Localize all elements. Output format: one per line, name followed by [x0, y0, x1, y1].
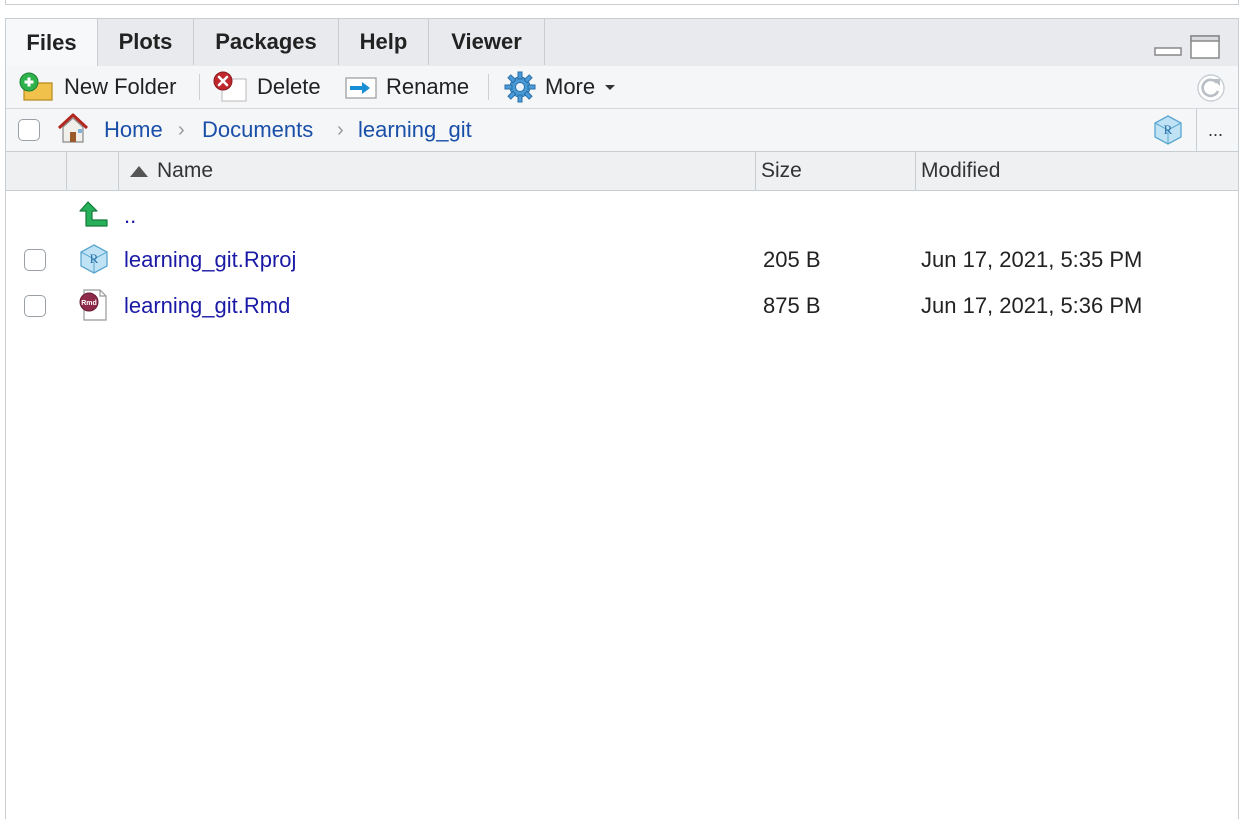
file-size: 205 B	[763, 237, 821, 283]
column-size-label: Size	[761, 159, 802, 182]
rename-button[interactable]: Rename	[344, 66, 469, 108]
breadcrumb-chevron-icon: ›	[178, 118, 185, 141]
file-name-label: learning_git.Rmd	[124, 293, 291, 318]
file-modified-label: Jun 17, 2021, 5:35 PM	[921, 247, 1143, 272]
new-folder-button[interactable]: New Folder	[18, 66, 176, 108]
tab-files-label: Files	[26, 30, 77, 55]
parent-directory-row[interactable]: ..	[6, 193, 1238, 239]
tab-plots-label: Plots	[118, 29, 173, 54]
minimize-icon[interactable]	[1154, 45, 1182, 57]
column-modified-label: Modified	[921, 159, 1001, 182]
svg-text:R: R	[90, 251, 99, 266]
parent-directory-link[interactable]: ..	[124, 193, 136, 239]
tab-plots[interactable]: Plots	[98, 19, 194, 65]
header-divider	[66, 152, 67, 190]
file-size-label: 875 B	[763, 293, 821, 318]
file-name-link[interactable]: learning_git.Rmd	[124, 283, 290, 329]
more-options-label: ...	[1208, 119, 1224, 140]
breadcrumb-documents-label: Documents	[202, 117, 314, 142]
project-icon[interactable]: R	[1152, 114, 1184, 146]
select-all-checkbox[interactable]	[18, 119, 40, 141]
header-divider	[118, 152, 119, 190]
more-label: More	[545, 74, 596, 99]
tab-packages[interactable]: Packages	[194, 19, 339, 65]
top-pane-edge	[5, 0, 1239, 5]
row-checkbox[interactable]	[24, 295, 46, 317]
toolbar-divider	[488, 74, 489, 100]
breadcrumb-current-label: learning_git	[358, 117, 472, 142]
table-row: Rmd learning_git.Rmd 875 B Jun 17, 2021,…	[6, 283, 1238, 329]
file-modified: Jun 17, 2021, 5:36 PM	[921, 283, 1142, 329]
maximize-icon[interactable]	[1190, 35, 1220, 59]
breadcrumb-current[interactable]: learning_git	[358, 109, 472, 151]
new-folder-icon	[19, 72, 53, 101]
file-name-label: learning_git.Rproj	[124, 247, 297, 272]
column-name-header[interactable]: Name	[128, 152, 213, 190]
breadcrumb-home-label: Home	[104, 117, 163, 142]
breadcrumb-documents[interactable]: Documents	[202, 109, 313, 151]
table-row: R learning_git.Rproj 205 B Jun 17, 2021,…	[6, 237, 1238, 283]
column-modified-header[interactable]: Modified	[921, 152, 1000, 190]
sort-ascending-icon	[130, 166, 148, 177]
tab-viewer[interactable]: Viewer	[429, 19, 545, 65]
more-button[interactable]: More	[504, 66, 617, 108]
file-modified-label: Jun 17, 2021, 5:36 PM	[921, 293, 1143, 318]
tab-packages-label: Packages	[215, 29, 317, 54]
rename-label: Rename	[386, 74, 470, 99]
column-size-header[interactable]: Size	[761, 152, 802, 190]
tab-help[interactable]: Help	[339, 19, 429, 65]
tab-viewer-label: Viewer	[451, 29, 522, 54]
svg-text:Rmd: Rmd	[81, 300, 97, 307]
new-folder-label: New Folder	[64, 74, 177, 99]
rename-icon	[345, 77, 377, 99]
tab-help-label: Help	[359, 29, 408, 54]
breadcrumb: Home › Documents › learning_git R ...	[6, 109, 1238, 152]
files-pane: Files Plots Packages Help Viewer New Fol…	[5, 18, 1239, 819]
toolbar-divider	[199, 74, 200, 100]
row-checkbox[interactable]	[24, 249, 46, 271]
go-up-icon	[79, 201, 108, 227]
chevron-down-icon	[605, 85, 616, 90]
breadcrumb-divider	[1196, 109, 1197, 151]
breadcrumb-home[interactable]: Home	[104, 109, 163, 151]
svg-text:R: R	[1164, 122, 1173, 137]
rmd-icon: Rmd	[79, 289, 107, 321]
tab-bar: Files Plots Packages Help Viewer	[6, 19, 1238, 67]
file-name-link[interactable]: learning_git.Rproj	[124, 237, 296, 283]
header-divider	[915, 152, 916, 190]
gear-icon	[504, 71, 536, 103]
delete-icon	[213, 71, 247, 102]
file-size: 875 B	[763, 283, 821, 329]
rproj-icon: R	[80, 244, 108, 274]
parent-directory-label: ..	[124, 203, 137, 228]
more-options-button[interactable]: ...	[1208, 109, 1223, 151]
file-size-label: 205 B	[763, 247, 821, 272]
files-toolbar: New Folder Delete Rename More	[6, 66, 1238, 109]
home-icon[interactable]	[56, 112, 90, 144]
tab-files[interactable]: Files	[6, 19, 98, 67]
file-modified: Jun 17, 2021, 5:35 PM	[921, 237, 1142, 283]
column-name-label: Name	[157, 159, 214, 182]
delete-button[interactable]: Delete	[212, 66, 321, 108]
delete-label: Delete	[257, 74, 321, 99]
breadcrumb-chevron-icon: ›	[337, 118, 344, 141]
file-table-header: Name Size Modified	[6, 152, 1238, 191]
refresh-icon[interactable]	[1196, 73, 1226, 103]
header-divider	[755, 152, 756, 190]
